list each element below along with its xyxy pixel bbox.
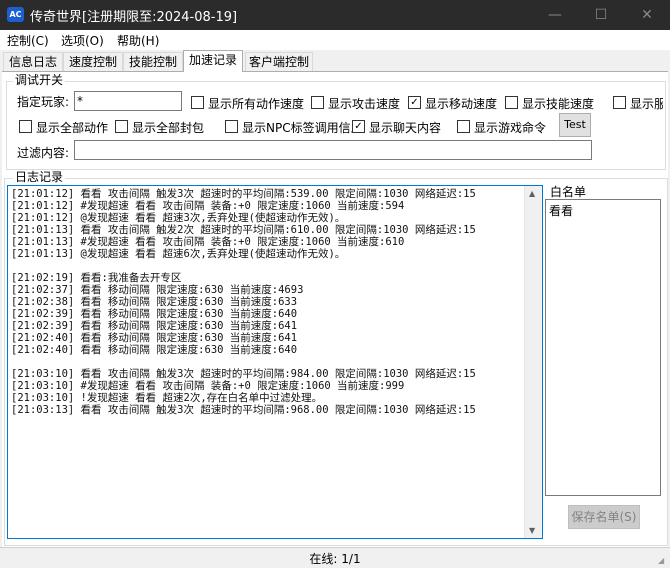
- log-line: [21:02:19] 看看:我准备去开专区: [11, 272, 182, 284]
- whitelist-item[interactable]: 看看: [549, 202, 573, 219]
- scroll-down-icon[interactable]: ▼: [529, 526, 535, 535]
- filter-label: 过滤内容:: [17, 146, 70, 160]
- log-line: [21:01:12] 看看 攻击间隔 触发3次 超速时的平均间隔:539.00 …: [11, 188, 476, 200]
- checkbox-box: [19, 120, 32, 133]
- tab-info-log[interactable]: 信息日志: [3, 52, 63, 71]
- tab-speed-records[interactable]: 加速记录: [183, 50, 243, 72]
- checkbox-show-server[interactable]: 显示服: [613, 95, 663, 111]
- log-textbox[interactable]: [21:01:12] 看看 攻击间隔 触发3次 超速时的平均间隔:539.00 …: [7, 185, 543, 539]
- log-line: [21:03:10] !发现超速 看看 超速2次,存在白名单中过滤处理。: [11, 392, 323, 404]
- log-line: [21:03:13] 看看 攻击间隔 触发3次 超速时的平均间隔:968.00 …: [11, 404, 476, 416]
- checkbox-label: 显示移动速度: [425, 97, 498, 111]
- menu-bar: 控制(C) 选项(O) 帮助(H): [0, 30, 670, 50]
- log-line: [21:02:40] 看看 移动间隔 限定速度:630 当前速度:641: [11, 332, 298, 344]
- checkbox-box: [115, 120, 128, 133]
- status-bar: 在线: 1/1 ◢: [0, 547, 670, 568]
- log-line: [21:02:39] 看看 移动间隔 限定速度:630 当前速度:641: [11, 320, 298, 332]
- checkbox-label: 显示技能速度: [522, 97, 595, 111]
- checkbox-show-all-action-speed[interactable]: 显示所有动作速度: [191, 95, 307, 111]
- tab-strip: 信息日志 速度控制 技能控制 加速记录 客户端控制: [0, 50, 670, 72]
- test-button[interactable]: Test: [559, 113, 591, 137]
- maximize-button[interactable]: ☐: [578, 0, 624, 30]
- save-whitelist-button[interactable]: 保存名单(S): [568, 505, 640, 529]
- checkbox-label: 显示游戏命令: [474, 121, 547, 135]
- whitelist-title: 白名单: [550, 185, 587, 199]
- debug-switches-group: 调试开关 指定玩家: * 显示所有动作速度 显示攻击速度 ✓ 显示移动速度 显示…: [6, 73, 666, 170]
- checkbox-box: [613, 96, 626, 109]
- checkbox-show-chat[interactable]: ✓ 显示聊天内容: [352, 119, 442, 135]
- resize-grip-icon[interactable]: ◢: [658, 556, 668, 566]
- log-line: [21:03:10] #发现超速 看看 攻击间隔 装备:+0 限定速度:1060…: [11, 380, 405, 392]
- checkbox-label: 显示NPC标签调用信息: [242, 121, 363, 135]
- menu-help[interactable]: 帮助(H): [117, 32, 159, 49]
- checkbox-show-skill-speed[interactable]: 显示技能速度: [505, 95, 597, 111]
- log-line: [21:03:10] 看看 攻击间隔 触发3次 超速时的平均间隔:984.00 …: [11, 368, 476, 380]
- log-line: [21:02:39] 看看 移动间隔 限定速度:630 当前速度:640: [11, 308, 298, 320]
- tab-speed-control[interactable]: 速度控制: [63, 52, 123, 71]
- log-line: [21:02:40] 看看 移动间隔 限定速度:630 当前速度:640: [11, 344, 298, 356]
- checkbox-show-move-speed[interactable]: ✓ 显示移动速度: [408, 95, 500, 111]
- checkbox-label: 显示攻击速度: [328, 97, 401, 111]
- tab-skill-control[interactable]: 技能控制: [123, 52, 183, 71]
- close-button[interactable]: ✕: [624, 0, 670, 30]
- debug-switches-title: 调试开关: [13, 73, 66, 87]
- log-group-title: 日志记录: [13, 170, 66, 184]
- log-line: [21:01:13] 看看 攻击间隔 触发2次 超速时的平均间隔:610.00 …: [11, 224, 476, 236]
- checkmark-icon: ✓: [408, 96, 421, 109]
- log-line: [21:01:13] @发现超速 看看 超速6次,丢弃处理(使超速动作无效)。: [11, 248, 346, 260]
- player-input[interactable]: *: [74, 91, 182, 111]
- whitelist-box[interactable]: 看看: [545, 199, 661, 496]
- app-icon: AC: [7, 7, 24, 22]
- checkbox-show-all-actions[interactable]: 显示全部动作: [19, 119, 109, 135]
- checkbox-label: 显示聊天内容: [369, 121, 442, 135]
- filter-input[interactable]: [74, 140, 592, 160]
- log-line: [21:01:13] #发现超速 看看 攻击间隔 装备:+0 限定速度:1060…: [11, 236, 405, 248]
- checkbox-box: [191, 96, 204, 109]
- player-label: 指定玩家:: [17, 95, 70, 109]
- checkmark-icon: ✓: [352, 120, 365, 133]
- log-line: [21:01:12] @发现超速 看看 超速3次,丢弃处理(使超速动作无效)。: [11, 212, 346, 224]
- log-line: [21:02:38] 看看 移动间隔 限定速度:630 当前速度:633: [11, 296, 298, 308]
- checkbox-label: 显示所有动作速度: [208, 97, 305, 111]
- online-status: 在线: 1/1: [309, 552, 361, 566]
- title-bar: AC 传奇世界[注册期限至:2024-08-19] — ☐ ✕: [0, 0, 670, 30]
- minimize-button[interactable]: —: [532, 0, 578, 30]
- scroll-up-icon[interactable]: ▲: [529, 189, 535, 198]
- checkbox-box: [311, 96, 324, 109]
- checkbox-label: 显示全部封包: [132, 121, 205, 135]
- checkbox-label: 显示服: [630, 97, 663, 111]
- log-scrollbar[interactable]: ▲ ▼: [524, 186, 542, 538]
- checkbox-show-npc-tag-calls[interactable]: 显示NPC标签调用信息: [225, 119, 363, 135]
- tab-panel: 调试开关 指定玩家: * 显示所有动作速度 显示攻击速度 ✓ 显示移动速度 显示…: [2, 71, 668, 548]
- checkbox-show-attack-speed[interactable]: 显示攻击速度: [311, 95, 403, 111]
- log-lines: [21:01:12] 看看 攻击间隔 触发3次 超速时的平均间隔:539.00 …: [11, 188, 523, 416]
- checkbox-box: [505, 96, 518, 109]
- menu-control[interactable]: 控制(C): [7, 32, 49, 49]
- log-line: [21:02:37] 看看 移动间隔 限定速度:630 当前速度:4693: [11, 284, 304, 296]
- menu-options[interactable]: 选项(O): [61, 32, 104, 49]
- log-line: [21:01:12] #发现超速 看看 攻击间隔 装备:+0 限定速度:1060…: [11, 200, 405, 212]
- checkbox-label: 显示全部动作: [36, 121, 109, 135]
- checkbox-box: [457, 120, 470, 133]
- checkbox-box: [225, 120, 238, 133]
- checkbox-show-game-commands[interactable]: 显示游戏命令: [457, 119, 549, 135]
- tab-client-control[interactable]: 客户端控制: [245, 52, 313, 71]
- checkbox-show-all-packets[interactable]: 显示全部封包: [115, 119, 215, 135]
- window-title: 传奇世界[注册期限至:2024-08-19]: [30, 10, 238, 25]
